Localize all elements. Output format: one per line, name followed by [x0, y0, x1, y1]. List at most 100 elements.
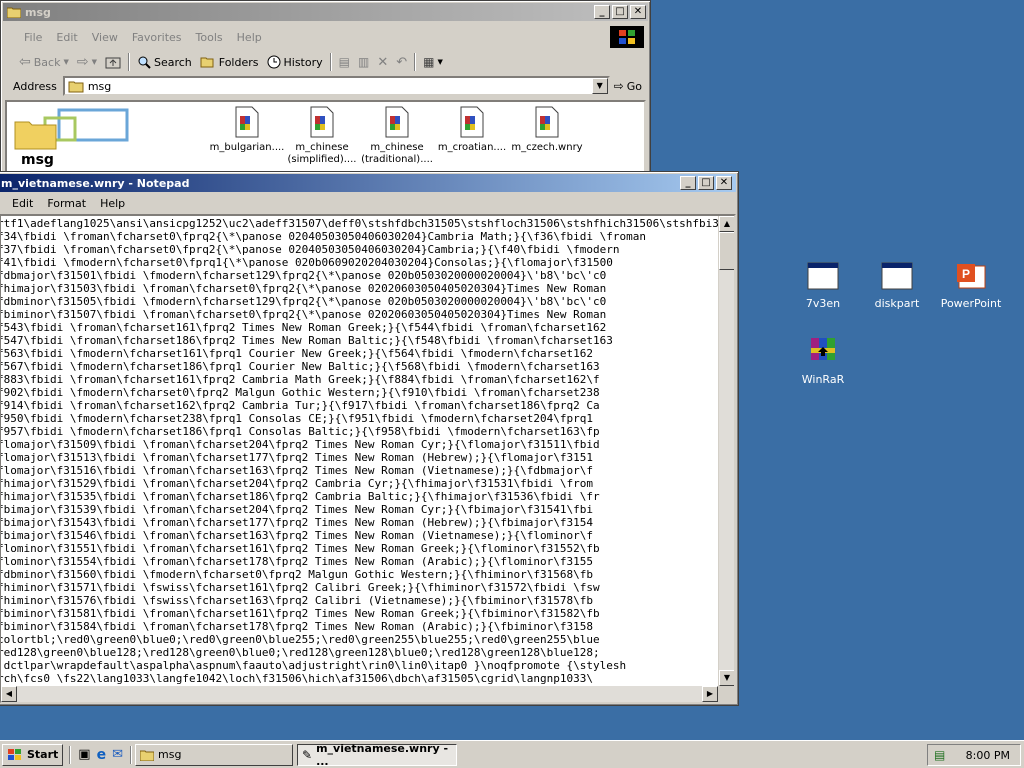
minimize-button[interactable]: _: [680, 176, 696, 190]
menu-help[interactable]: Help: [93, 197, 132, 210]
address-input[interactable]: msg ▼: [62, 76, 610, 96]
explorer-menubar: File Edit View Favorites Tools Help: [3, 27, 648, 47]
desktop-icon-7v3en[interactable]: 7v3en: [788, 262, 858, 310]
text-line: fbimajor\f31543\fbidi \froman\fcharset17…: [0, 516, 594, 529]
file-item[interactable]: m_chinese (simplified)....: [282, 106, 362, 166]
scroll-down-button[interactable]: ▼: [719, 670, 734, 686]
text-line: flomajor\f31509\fbidi \froman\fcharset20…: [0, 438, 600, 451]
text-line: f883\fbidi \froman\fcharset161\fprq2 Cam…: [0, 373, 600, 386]
file-icon: [235, 106, 259, 138]
explorer-window: msg _ □ ✕ File Edit View Favorites Tools…: [0, 0, 651, 176]
undo-button[interactable]: ↶: [392, 52, 411, 72]
text-line: fhiminor\f31576\fbidi \fswiss\fcharset16…: [0, 594, 594, 607]
file-item[interactable]: m_chinese (traditional)....: [357, 106, 437, 166]
up-folder-button[interactable]: [101, 52, 125, 72]
copy-to-button[interactable]: ▥: [354, 52, 373, 72]
go-button[interactable]: ⇨ Go: [610, 76, 646, 96]
taskbar-item-notepad[interactable]: ✎ m_vietnamese.wnry - ...: [297, 742, 457, 768]
folder-icon: [140, 750, 154, 761]
maximize-button[interactable]: □: [698, 176, 714, 190]
text-line: fhimajor\f31503\fbidi \froman\fcharset0\…: [0, 282, 607, 295]
scroll-right-button[interactable]: ▶: [702, 686, 718, 702]
menu-file[interactable]: File: [17, 31, 49, 44]
text-line: dctlpar\wrapdefault\aspalpha\aspnum\faau…: [0, 659, 627, 672]
text-line: fdbminor\f31505\fbidi \fmodern\fcharset1…: [0, 295, 607, 308]
outlook-express-icon[interactable]: ✉: [112, 747, 123, 763]
undo-icon: ↶: [396, 54, 408, 70]
scroll-thumb[interactable]: [719, 232, 734, 270]
close-button[interactable]: ✕: [630, 5, 646, 19]
delete-button[interactable]: ✕: [373, 52, 392, 72]
windows-logo-icon: [8, 748, 21, 760]
file-label: m_bulgarian....: [209, 142, 285, 153]
window-icon: [862, 262, 932, 293]
search-button[interactable]: Search: [133, 52, 196, 72]
chevron-down-icon: ▼: [91, 58, 97, 66]
maximize-button[interactable]: □: [612, 5, 628, 19]
copy-to-icon: ▥: [357, 55, 370, 69]
taskbar-item-msg[interactable]: msg: [135, 743, 293, 766]
move-to-button[interactable]: ▤: [335, 52, 354, 72]
text-line: f950\fbidi \fmodern\fcharset238\fprq1 Co…: [0, 412, 594, 425]
menu-format[interactable]: Format: [40, 197, 93, 210]
address-dropdown-button[interactable]: ▼: [591, 78, 608, 94]
file-label: m_croatian....: [437, 142, 507, 153]
menu-help[interactable]: Help: [230, 31, 269, 44]
desktop-icon-powerpoint[interactable]: P PowerPoint: [936, 262, 1006, 310]
menu-edit[interactable]: Edit: [5, 197, 40, 210]
menu-tools[interactable]: Tools: [189, 31, 230, 44]
close-button[interactable]: ✕: [716, 176, 732, 190]
file-label: m_czech.wnry: [511, 142, 583, 153]
text-line: fhimajor\f31535\fbidi \froman\fcharset18…: [0, 490, 600, 503]
show-desktop-icon[interactable]: ▣: [78, 747, 90, 763]
size-grip[interactable]: [718, 686, 734, 702]
scroll-left-button[interactable]: ◀: [1, 686, 17, 702]
notepad-text-area[interactable]: rtf1\adeflang1025\ansi\ansicpg1252\uc2\a…: [0, 214, 736, 704]
text-line: flominor\f31551\fbidi \froman\fcharset16…: [0, 542, 600, 555]
taskbar-separator: [130, 745, 132, 764]
minimize-button[interactable]: _: [594, 5, 610, 19]
text-line: f34\fbidi \froman\fcharset0\fprq2{\*\pan…: [0, 230, 647, 243]
desktop-icon-label: 7v3en: [805, 297, 841, 310]
desktop-icon-winrar[interactable]: WinRaR: [788, 334, 858, 386]
file-item[interactable]: m_czech.wnry: [507, 106, 587, 154]
notepad-titlebar[interactable]: m_vietnamese.wnry - Notepad _ □ ✕: [0, 174, 736, 192]
back-button[interactable]: ⇦ Back ▼: [15, 52, 73, 72]
folders-icon: [200, 57, 214, 68]
forward-button[interactable]: ⇨ ▼: [73, 52, 101, 72]
text-line: f914\fbidi \froman\fcharset162\fprq2 Cam…: [0, 399, 600, 412]
file-label: (traditional)....: [361, 154, 433, 165]
start-button[interactable]: Start: [2, 743, 64, 766]
horizontal-scrollbar[interactable]: ◀ ▶: [1, 686, 718, 702]
views-button[interactable]: ▦ ▼: [419, 52, 447, 72]
network-icon[interactable]: ▤: [934, 748, 945, 762]
file-item[interactable]: m_croatian....: [432, 106, 512, 154]
explorer-titlebar[interactable]: msg _ □ ✕: [3, 3, 648, 21]
address-bar: Address msg ▼ ⇨ Go: [5, 75, 646, 97]
file-icon: [460, 106, 484, 138]
text-line: f37\fbidi \froman\fcharset0\fprq2{\*\pan…: [0, 243, 620, 256]
scroll-up-button[interactable]: ▲: [719, 216, 734, 232]
desktop-icon-label: PowerPoint: [940, 297, 1002, 310]
forward-arrow-icon: ⇨: [76, 54, 89, 70]
menu-edit[interactable]: Edit: [49, 31, 84, 44]
winrar-icon: [788, 334, 858, 369]
history-button[interactable]: History: [263, 52, 327, 72]
folder-name: msg: [21, 152, 54, 168]
file-label: m_chinese: [370, 142, 424, 153]
desktop-icon-diskpart[interactable]: diskpart: [862, 262, 932, 310]
vertical-scrollbar[interactable]: ▲ ▼: [718, 216, 734, 686]
text-line: fhimajor\f31529\fbidi \froman\fcharset20…: [0, 477, 594, 490]
move-to-icon: ▤: [338, 55, 350, 69]
notepad-icon: ✎: [302, 747, 313, 762]
menu-favorites[interactable]: Favorites: [125, 31, 189, 44]
folders-button[interactable]: Folders: [196, 52, 263, 72]
internet-explorer-icon[interactable]: e: [97, 747, 107, 763]
menu-view[interactable]: View: [85, 31, 125, 44]
text-line: colortbl;\red0\green0\blue0;\red0\green0…: [0, 633, 600, 646]
notepad-window: m_vietnamese.wnry - Notepad _ □ ✕ Edit F…: [0, 171, 739, 706]
text-line: f957\fbidi \fmodern\fcharset186\fprq1 Co…: [0, 425, 600, 438]
file-item[interactable]: m_bulgarian....: [207, 106, 287, 154]
file-label: (simplified)....: [287, 154, 357, 165]
taskbar-separator: [69, 745, 72, 764]
